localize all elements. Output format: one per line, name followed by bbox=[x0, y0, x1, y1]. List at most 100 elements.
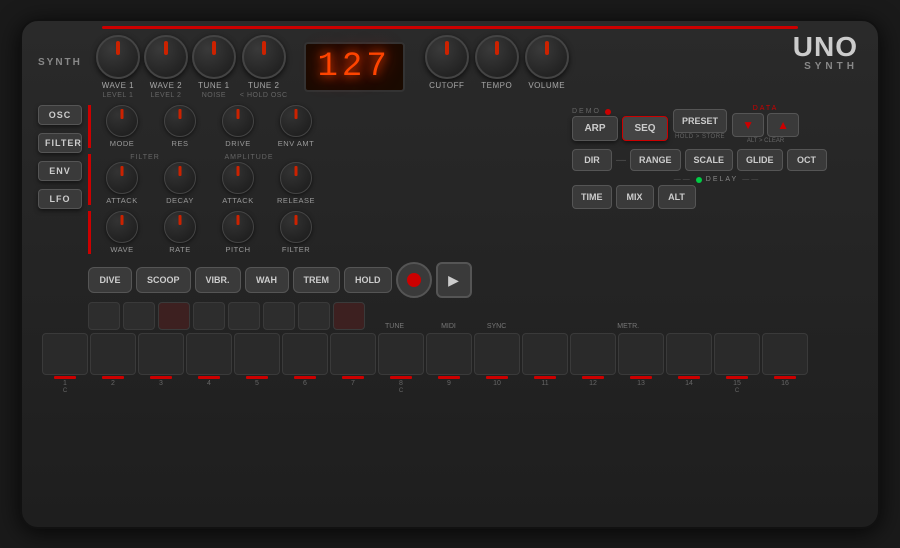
knob-amp-release[interactable] bbox=[280, 162, 312, 194]
key-dot-12 bbox=[582, 376, 604, 379]
key-dot-10 bbox=[486, 376, 508, 379]
key-btn-3[interactable] bbox=[138, 333, 184, 375]
knob-wave1-control[interactable] bbox=[96, 35, 140, 79]
param-lfo-filter: FILTER bbox=[269, 211, 323, 254]
knob-env-amt[interactable] bbox=[280, 105, 312, 137]
key-dot-1 bbox=[54, 376, 76, 379]
pad-6[interactable] bbox=[263, 302, 295, 330]
key-btn-10[interactable] bbox=[474, 333, 520, 375]
knob-tune1-control[interactable] bbox=[192, 35, 236, 79]
key-btn-7[interactable] bbox=[330, 333, 376, 375]
top-accent-line bbox=[102, 26, 798, 29]
key-dot-15 bbox=[726, 376, 748, 379]
dir-button[interactable]: DIR bbox=[572, 149, 612, 171]
data-down-button[interactable]: ▼ bbox=[732, 113, 764, 137]
key-num-2: 2 bbox=[111, 380, 115, 387]
key-num-16: 16 bbox=[781, 380, 789, 387]
knob-tempo: TEMPO bbox=[475, 35, 519, 90]
scale-button[interactable]: SCALE bbox=[685, 149, 734, 171]
vibr-button[interactable]: VIBR. bbox=[195, 267, 241, 293]
key-btn-16[interactable] bbox=[762, 333, 808, 375]
key-btn-12[interactable] bbox=[570, 333, 616, 375]
lfo-button[interactable]: LFO bbox=[38, 189, 82, 209]
pad-5[interactable] bbox=[228, 302, 260, 330]
knob-lfo-filter[interactable] bbox=[280, 211, 312, 243]
seq-button[interactable]: SEQ bbox=[622, 116, 668, 141]
key-btn-8[interactable] bbox=[378, 333, 424, 375]
hold-button[interactable]: HOLD bbox=[344, 267, 392, 293]
knob-lfo-wave[interactable] bbox=[106, 211, 138, 243]
pad-8[interactable] bbox=[333, 302, 365, 330]
logo-synth: SYNTH bbox=[793, 61, 858, 72]
key-btn-2[interactable] bbox=[90, 333, 136, 375]
knob-drive[interactable] bbox=[222, 105, 254, 137]
range-button[interactable]: RANGE bbox=[630, 149, 681, 171]
key-btn-4[interactable] bbox=[186, 333, 232, 375]
knob-tune2-control[interactable] bbox=[242, 35, 286, 79]
pad-7[interactable] bbox=[298, 302, 330, 330]
pad-4[interactable] bbox=[193, 302, 225, 330]
demo-label: DEMO bbox=[572, 108, 611, 115]
key-num-4: 4 bbox=[207, 380, 211, 387]
tune-label: TUNE bbox=[385, 323, 404, 330]
env-button[interactable]: ENV bbox=[38, 161, 82, 181]
pad-1[interactable] bbox=[88, 302, 120, 330]
knob-filter-attack[interactable] bbox=[106, 162, 138, 194]
knob-volume-control[interactable] bbox=[525, 35, 569, 79]
knob-wave2-control[interactable] bbox=[144, 35, 188, 79]
wah-button[interactable]: WAH bbox=[245, 267, 289, 293]
knob-amp-attack[interactable] bbox=[222, 162, 254, 194]
glide-button[interactable]: GLIDE bbox=[737, 149, 783, 171]
arp-button[interactable]: ARP bbox=[572, 116, 618, 141]
param-drive: DRIVE bbox=[211, 105, 265, 148]
knob-wave2: WAVE 2 LEVEL 2 bbox=[144, 35, 188, 99]
logo-uno: UNO bbox=[793, 33, 858, 61]
knob-res[interactable] bbox=[164, 105, 196, 137]
key-btn-1[interactable] bbox=[42, 333, 88, 375]
data-label: DATA bbox=[753, 105, 779, 112]
key-btn-6[interactable] bbox=[282, 333, 328, 375]
key-11: 11 bbox=[522, 333, 568, 394]
key-dot-5 bbox=[246, 376, 268, 379]
delay-time-button[interactable]: TIME bbox=[572, 185, 612, 209]
key-btn-15[interactable] bbox=[714, 333, 760, 375]
param-lfo-pitch: PITCH bbox=[211, 211, 265, 254]
knob-cutoff-control[interactable] bbox=[425, 35, 469, 79]
scoop-button[interactable]: SCOOP bbox=[136, 267, 191, 293]
knob-tempo-control[interactable] bbox=[475, 35, 519, 79]
param-res: RES bbox=[153, 105, 207, 148]
knob-filter-decay[interactable] bbox=[164, 162, 196, 194]
pad-2[interactable] bbox=[123, 302, 155, 330]
knob-lfo-rate[interactable] bbox=[164, 211, 196, 243]
preset-sublabel: HOLD > STORE bbox=[675, 134, 725, 140]
key-btn-5[interactable] bbox=[234, 333, 280, 375]
dive-button[interactable]: DIVE bbox=[88, 267, 132, 293]
knob-wave2-sublabel: LEVEL 2 bbox=[150, 92, 181, 99]
delay-alt-button[interactable]: ALT bbox=[658, 185, 696, 209]
param-filter-decay: DECAY bbox=[153, 162, 207, 205]
record-button[interactable] bbox=[396, 262, 432, 298]
key-7: 7 bbox=[330, 333, 376, 394]
key-btn-9[interactable] bbox=[426, 333, 472, 375]
key-note-1: C bbox=[63, 388, 67, 394]
param-amp-attack: ATTACK bbox=[211, 162, 265, 205]
knob-volume-label: VOLUME bbox=[528, 81, 565, 90]
oct-button[interactable]: OCT bbox=[787, 149, 827, 171]
play-button[interactable]: ▶ bbox=[436, 262, 472, 298]
demo-indicator bbox=[605, 109, 611, 115]
delay-mix-button[interactable]: MIX bbox=[616, 185, 654, 209]
knob-lfo-pitch[interactable] bbox=[222, 211, 254, 243]
key-15: 15 C bbox=[714, 333, 760, 394]
pad-3[interactable] bbox=[158, 302, 190, 330]
data-up-button[interactable]: ▲ bbox=[767, 113, 799, 137]
key-num-7: 7 bbox=[351, 380, 355, 387]
preset-button[interactable]: PRESET bbox=[673, 109, 727, 133]
trem-button[interactable]: TREM bbox=[293, 267, 341, 293]
osc-button[interactable]: OSC bbox=[38, 105, 82, 125]
filter-button[interactable]: FILTER bbox=[38, 133, 82, 153]
led-display: 127 bbox=[304, 42, 405, 92]
knob-mode[interactable] bbox=[106, 105, 138, 137]
key-btn-11[interactable] bbox=[522, 333, 568, 375]
key-btn-13[interactable] bbox=[618, 333, 664, 375]
key-btn-14[interactable] bbox=[666, 333, 712, 375]
